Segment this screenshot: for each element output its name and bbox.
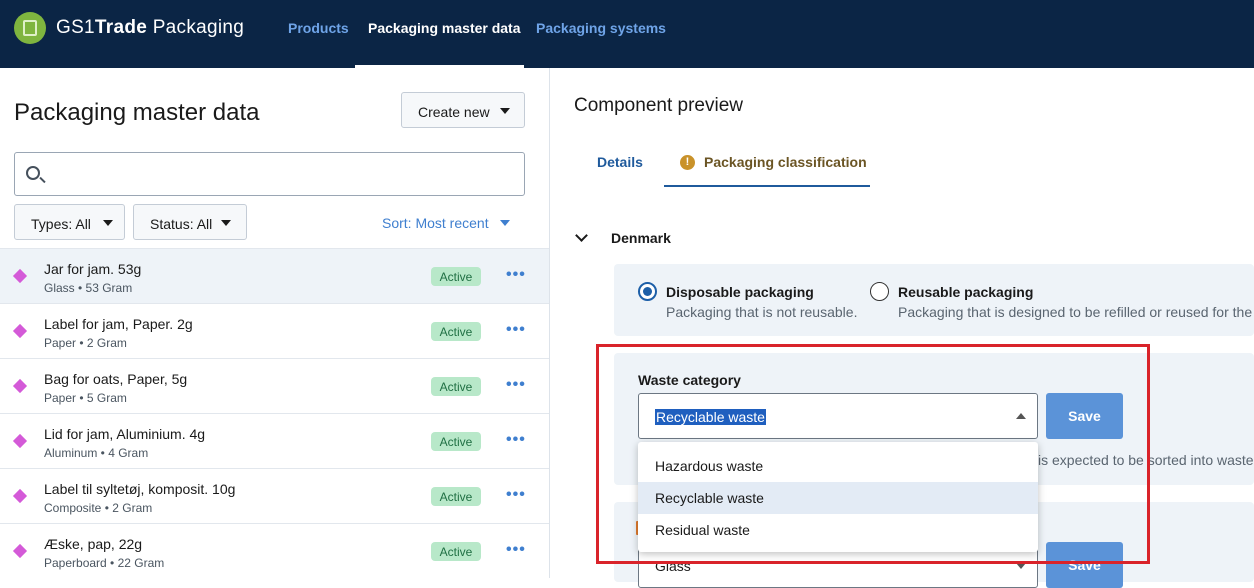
active-tab-indicator [664,185,870,187]
more-options-icon[interactable]: ••• [506,321,526,339]
material-value: Glass [655,558,691,574]
status-badge: Active [431,322,481,341]
item-name: Æske, pap, 22g [44,536,143,552]
material-save-button[interactable]: Save [1046,542,1123,588]
diamond-icon [12,323,28,339]
status-filter[interactable]: Status: All [133,204,247,240]
brand-name: GS1Trade Packaging [56,17,245,38]
warning-icon: ! [680,155,695,170]
list-item[interactable]: Lid for jam, Aluminium. 4g Aluminum • 4 … [0,413,549,468]
item-name: Jar for jam. 53g [44,261,142,277]
create-new-label: Create new [418,104,490,120]
list-item[interactable]: Jar for jam. 53g Glass • 53 Gram Active … [0,248,549,303]
item-meta: Paper • 2 Gram [44,336,127,350]
types-filter[interactable]: Types: All [14,204,125,240]
item-name: Bag for oats, Paper, 5g [44,371,188,387]
item-meta: Paper • 5 Gram [44,391,127,405]
tab-details[interactable]: Details [597,154,643,170]
more-options-icon[interactable]: ••• [506,431,526,449]
list-item[interactable]: Label til syltetøj, komposit. 10g Compos… [0,468,549,523]
disposable-description: Packaging that is not reusable. [666,304,858,320]
save-button[interactable]: Save [1046,393,1123,439]
master-data-panel: Packaging master data Create new Types: … [0,68,550,578]
search-icon [26,166,40,180]
status-badge: Active [431,542,481,561]
more-options-icon[interactable]: ••• [506,541,526,559]
disposable-label[interactable]: Disposable packaging [666,284,814,300]
nav-products[interactable]: Products [288,20,349,36]
more-options-icon[interactable]: ••• [506,486,526,504]
item-meta: Composite • 2 Gram [44,501,153,515]
waste-category-value: Recyclable waste [655,409,766,425]
list-item[interactable]: Bag for oats, Paper, 5g Paper • 5 Gram A… [0,358,549,413]
item-meta: Glass • 53 Gram [44,281,133,295]
more-options-icon[interactable]: ••• [506,266,526,284]
search-input[interactable] [14,152,525,196]
waste-help-text: is expected to be sorted into waste t [1038,452,1254,468]
item-meta: Paperboard • 22 Gram [44,556,165,570]
nav-packaging-systems[interactable]: Packaging systems [536,20,666,36]
reusable-description: Packaging that is designed to be refille… [898,304,1253,320]
tab-packaging-classification[interactable]: Packaging classification [704,154,867,170]
disposable-radio[interactable] [638,282,657,301]
dropdown-option-recyclable[interactable]: Recyclable waste [638,482,1038,514]
top-navigation-bar: GS1Trade Packaging Products Packaging ma… [0,0,1254,68]
nav-packaging-master-data[interactable]: Packaging master data [368,20,521,36]
chevron-down-icon [500,108,510,114]
item-name: Label for jam, Paper. 2g [44,316,193,332]
chevron-up-icon [1016,413,1026,419]
status-badge: Active [431,377,481,396]
list-item[interactable]: Æske, pap, 22g Paperboard • 22 Gram Acti… [0,523,549,578]
chevron-down-icon [1016,563,1026,569]
status-badge: Active [431,487,481,506]
country-section-header[interactable]: Denmark [611,230,671,246]
waste-category-label: Waste category [638,372,741,388]
dropdown-option-hazardous[interactable]: Hazardous waste [638,450,1038,482]
status-badge: Active [431,432,481,451]
item-name: Label til syltetøj, komposit. 10g [44,481,236,497]
reusable-label[interactable]: Reusable packaging [898,284,1033,300]
create-new-button[interactable]: Create new [401,92,525,128]
gs1-logo-icon[interactable] [14,12,46,44]
reusable-radio[interactable] [870,282,889,301]
waste-category-select[interactable]: Recyclable waste [638,393,1038,439]
status-badge: Active [431,267,481,286]
packaging-list: Jar for jam. 53g Glass • 53 Gram Active … [0,248,549,578]
page-title: Packaging master data [14,99,260,126]
packaging-type-box: Disposable packaging Packaging that is n… [614,264,1254,336]
chevron-down-icon [221,220,231,226]
sort-chevron-icon[interactable] [500,220,510,226]
dropdown-option-residual[interactable]: Residual waste [638,514,1038,546]
sort-dropdown[interactable]: Sort: Most recent [382,215,489,231]
item-meta: Aluminum • 4 Gram [44,446,149,460]
diamond-icon [12,378,28,394]
diamond-icon [12,488,28,504]
component-preview-panel: Component preview Details ! Packaging cl… [550,68,1254,588]
status-filter-label: Status: All [150,216,213,232]
diamond-icon [12,268,28,284]
waste-category-dropdown: Hazardous waste Recyclable waste Residua… [638,442,1038,552]
preview-title: Component preview [574,95,743,116]
types-filter-label: Types: All [31,216,91,232]
chevron-down-icon [103,220,113,226]
list-item[interactable]: Label for jam, Paper. 2g Paper • 2 Gram … [0,303,549,358]
chevron-down-icon[interactable] [575,229,588,242]
more-options-icon[interactable]: ••• [506,376,526,394]
diamond-icon [12,433,28,449]
item-name: Lid for jam, Aluminium. 4g [44,426,206,442]
diamond-icon [12,543,28,559]
